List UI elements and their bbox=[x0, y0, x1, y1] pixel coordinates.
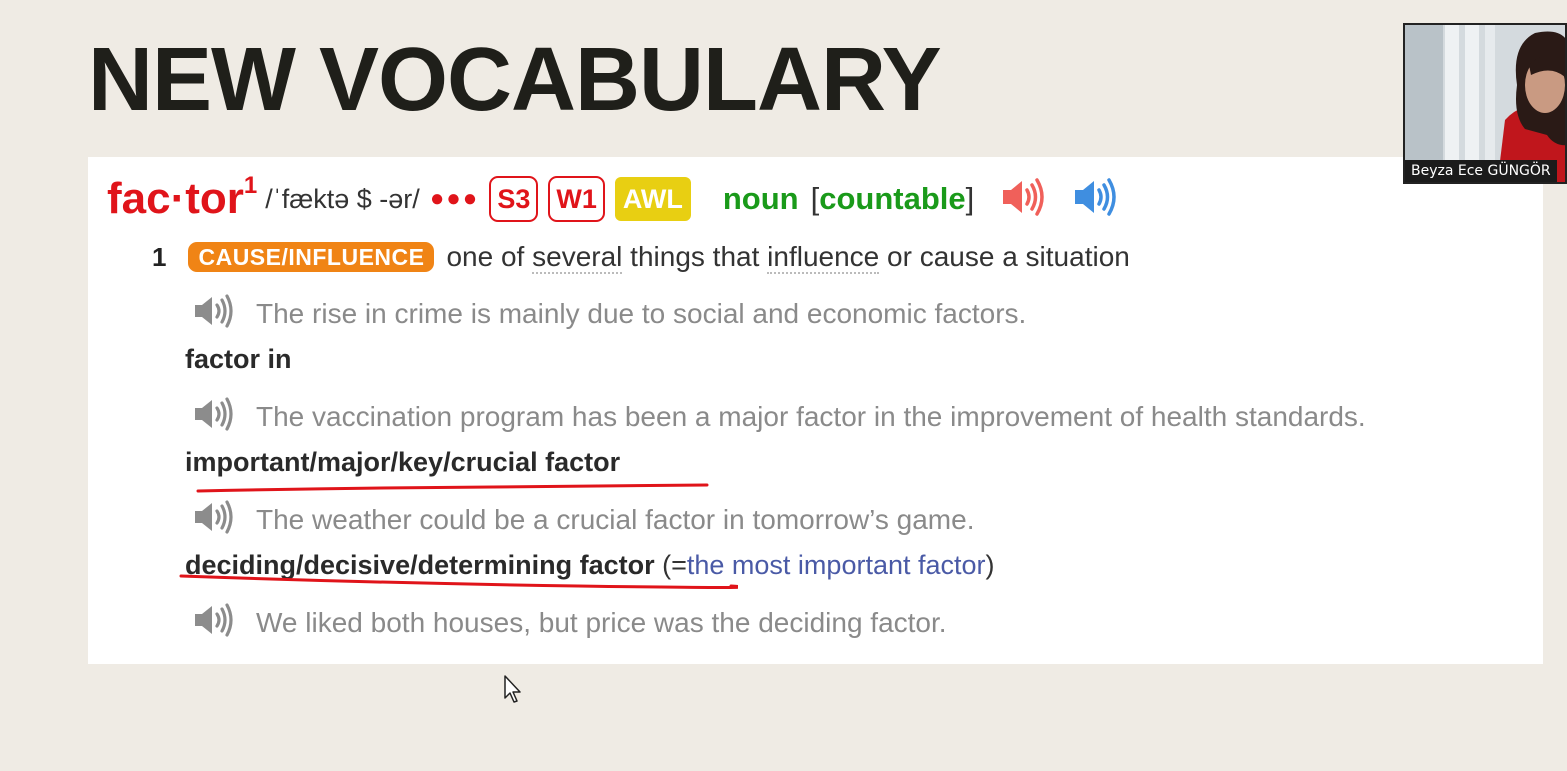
example-row: We liked both houses, but price was the … bbox=[192, 602, 947, 643]
example-sentence: The weather could be a crucial factor in… bbox=[256, 503, 975, 535]
example-row: The rise in crime is mainly due to socia… bbox=[192, 293, 1026, 334]
grammar-label: [countable] bbox=[810, 181, 975, 216]
example-row: The weather could be a crucial factor in… bbox=[192, 499, 974, 540]
example-row: The vaccination program has been a major… bbox=[192, 396, 1366, 437]
definition-link-influence[interactable]: influence bbox=[767, 241, 880, 274]
webcam-thumbnail[interactable]: Beyza Ece GÜNGÖR bbox=[1403, 23, 1567, 184]
example-speaker-icon[interactable] bbox=[192, 602, 238, 643]
example-sentence: The rise in crime is mainly due to socia… bbox=[256, 297, 1027, 329]
sense-number: 1 bbox=[152, 241, 167, 272]
mouse-cursor-icon bbox=[504, 675, 521, 703]
example-speaker-icon[interactable] bbox=[192, 499, 238, 540]
annotation-underline bbox=[179, 574, 738, 589]
participant-name: Beyza Ece GÜNGÖR bbox=[1405, 160, 1557, 182]
sense-1: 1 CAUSE/INFLUENCE one of several things … bbox=[152, 241, 1130, 274]
british-pronunciation-speaker-icon[interactable] bbox=[1000, 177, 1050, 222]
collocation-important-factor: important/major/key/crucial factor bbox=[185, 447, 621, 477]
example-speaker-icon[interactable] bbox=[192, 293, 238, 334]
example-speaker-icon[interactable] bbox=[192, 396, 238, 437]
signpost: CAUSE/INFLUENCE bbox=[188, 242, 435, 272]
definition: one of several things that influence or … bbox=[446, 241, 1130, 274]
part-of-speech: noun bbox=[722, 181, 799, 216]
written-frequency-badge: W1 bbox=[548, 176, 605, 222]
american-pronunciation-speaker-icon[interactable] bbox=[1072, 177, 1122, 222]
pronunciation: /ˈfæktə $ -ər/ bbox=[265, 183, 420, 214]
headword-line: fac·tor1 /ˈfæktə $ -ər/ ●●● S3 W1 AWL no… bbox=[107, 171, 1122, 227]
homograph-number: 1 bbox=[243, 172, 258, 200]
headword: fac·tor1 bbox=[107, 172, 258, 223]
slide-title: NEW VOCABULARY bbox=[88, 30, 942, 130]
example-sentence: The vaccination program has been a major… bbox=[256, 400, 1366, 432]
annotation-underline bbox=[196, 483, 709, 493]
frequency-dots: ●●● bbox=[429, 185, 480, 212]
example-sentence: We liked both houses, but price was the … bbox=[256, 606, 947, 638]
collocation-factor-in: factor in bbox=[185, 344, 292, 374]
dictionary-entry-panel: fac·tor1 /ˈfæktə $ -ər/ ●●● S3 W1 AWL no… bbox=[88, 157, 1543, 664]
definition-link-several[interactable]: several bbox=[532, 241, 623, 274]
spoken-frequency-badge: S3 bbox=[489, 176, 539, 222]
academic-word-list-badge: AWL bbox=[614, 177, 691, 221]
